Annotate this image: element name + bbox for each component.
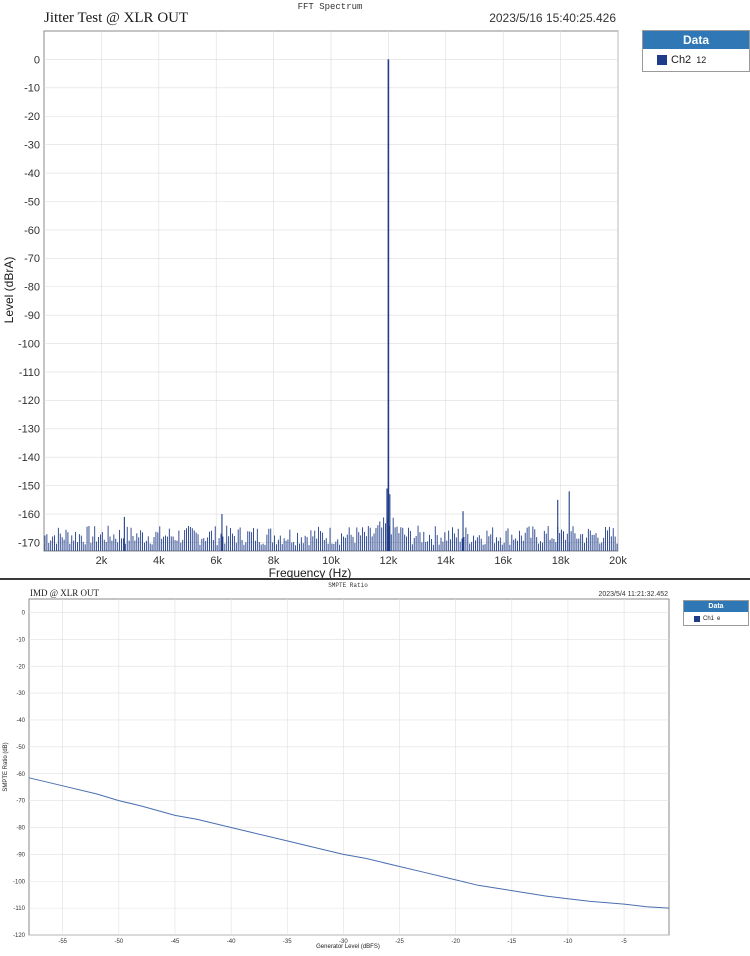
x-tick-label: 6k [210,555,222,567]
x-tick-label: -55 [58,939,67,945]
y-tick-labels: 0 -10 -20 -30 -40 -50 -60 -70 -80 -90 -100 -110 -120 [13,611,26,940]
y-tick-label: -40 [16,718,25,724]
legend: Data Ch2 12 [642,30,750,72]
legend-entry-extra: 12 [696,55,707,65]
y-tick-label: 0 [34,54,40,66]
y-tick-label: -90 [24,310,40,322]
x-tick-label: -15 [507,939,516,945]
y-axis-label: SMPTE Ratio (dB) [3,742,9,791]
legend-title: Data [684,601,748,612]
y-tick-label: -30 [24,140,40,152]
y-tick-label: -160 [18,509,40,521]
x-tick-label: 2k [96,555,108,567]
smpte-ratio-chart: IMD @ XLR OUT SMPTE Ratio 2023/5/4 11:21… [3,582,670,950]
x-tick-label: -10 [564,939,573,945]
legend: Data Ch1 e [683,600,749,626]
x-tick-labels: 2k 4k 6k 8k 10k 12k 14k 16k 18k 20k [96,555,628,567]
x-axis-label: Generator Level (dBFS) [316,944,380,950]
y-tick-labels: 0 -10 -20 -30 -40 -50 -60 -70 -80 -90 -100 -110 -120… [18,54,40,549]
x-axis-label: Frequency (Hz) [269,566,352,578]
x-tick-label: -25 [395,939,404,945]
y-axis-label: Level (dBrA) [2,257,16,324]
y-tick-label: -20 [24,111,40,123]
y-tick-label: -70 [24,253,40,265]
chart-title: Jitter Test @ XLR OUT [44,10,188,26]
y-tick-label: -110 [19,367,40,379]
y-tick-label: -80 [16,826,25,832]
x-tick-label: -5 [621,939,627,945]
x-tick-label: -45 [171,939,180,945]
x-tick-label: -20 [451,939,460,945]
chart-header: SMPTE Ratio [328,582,368,589]
legend-swatch [694,615,700,622]
imd-chart-panel: IMD @ XLR OUT SMPTE Ratio 2023/5/4 11:21… [0,580,750,951]
x-tick-label: -50 [114,939,123,945]
y-tick-label: -10 [24,83,40,95]
y-tick-label: -90 [16,852,25,858]
chart-timestamp: 2023/5/16 15:40:25.426 [489,11,616,25]
plot-area [28,598,670,936]
y-tick-label: -60 [24,225,40,237]
legend-entry-extra: e [717,615,721,622]
x-tick-label: 14k [437,555,455,567]
y-tick-label: -100 [18,338,40,350]
y-tick-label: -60 [16,772,25,778]
fft-chart-panel: Jitter Test @ XLR OUT FFT Spectrum 2023/… [0,0,750,580]
x-tick-label: 12k [380,555,398,567]
x-tick-label: 16k [494,555,512,567]
y-tick-label: -100 [13,879,26,885]
legend-entry-label: Ch1 [703,615,715,622]
y-tick-label: -20 [16,664,25,670]
y-tick-label: -140 [18,452,40,464]
y-tick-label: -120 [13,933,26,939]
legend-swatch [657,55,667,65]
chart-title: IMD @ XLR OUT [30,588,100,598]
x-tick-label: 18k [552,555,570,567]
y-tick-label: -110 [13,906,25,912]
chart-header: FFT Spectrum [298,2,363,12]
y-tick-label: -120 [18,395,40,407]
y-tick-label: -50 [24,196,40,208]
x-tick-label: 20k [609,555,627,567]
x-tick-label: -40 [227,939,236,945]
legend-entry-label: Ch2 [671,54,692,66]
y-tick-label: -70 [16,799,25,805]
y-tick-label: -30 [16,691,25,697]
x-tick-label: 4k [153,555,165,567]
y-tick-label: -150 [18,480,40,492]
fft-spectrum-chart: Jitter Test @ XLR OUT FFT Spectrum 2023/… [2,2,628,580]
y-tick-label: 0 [22,611,26,617]
y-tick-label: -130 [18,424,40,436]
y-tick-label: -10 [16,637,25,643]
legend-title: Data [643,31,749,49]
y-tick-label: -170 [18,537,40,549]
y-tick-label: -40 [24,168,40,180]
legend-entry[interactable]: Ch2 12 [643,49,749,71]
legend-entry[interactable]: Ch1 e [684,612,748,625]
y-tick-label: -80 [24,282,40,294]
chart-timestamp: 2023/5/4 11:21:32.452 [598,591,668,598]
x-tick-label: -35 [283,939,292,945]
y-tick-label: -50 [16,745,25,751]
